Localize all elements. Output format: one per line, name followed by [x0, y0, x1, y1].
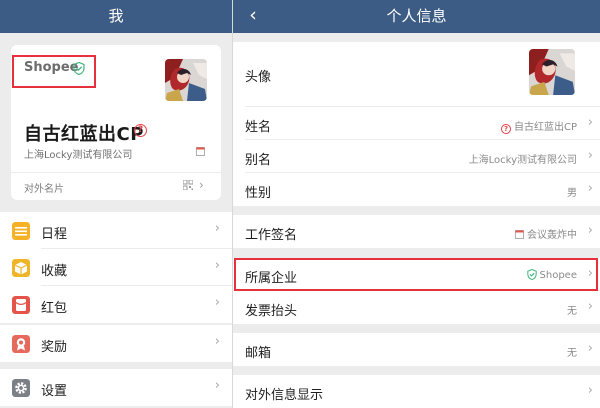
- me-nav-title: 我: [0, 0, 232, 33]
- menu-label: 设置: [41, 384, 68, 399]
- chevron-right-icon: ›: [214, 258, 220, 273]
- menu-item-red-packet[interactable]: 红包 ›: [0, 286, 232, 323]
- chevron-right-icon: ›: [214, 334, 220, 349]
- alias-value: 上海Locky测试有限公司: [468, 155, 577, 166]
- calendar-icon: [515, 230, 524, 239]
- row-label: 对外信息显示: [245, 388, 324, 403]
- row-label: 别名: [245, 153, 272, 168]
- signature-group: 工作签名 会议轰炸中 ›: [233, 215, 600, 248]
- chevron-right-icon: ›: [214, 378, 220, 393]
- menu-group-award: 奖励 ›: [0, 325, 232, 362]
- menu-item-schedule[interactable]: 日程 ›: [0, 212, 232, 249]
- external-info-group: 对外信息显示 ›: [233, 375, 600, 408]
- menu-label: 日程: [41, 227, 68, 242]
- row-gender[interactable]: 性别 男 ›: [233, 173, 600, 206]
- row-label: 姓名: [245, 120, 272, 135]
- row-signature[interactable]: 工作签名 会议轰炸中 ›: [233, 215, 600, 248]
- row-label: 头像: [245, 70, 272, 85]
- signature-value: 会议轰炸中: [527, 230, 577, 241]
- card-divider: [11, 172, 221, 173]
- chevron-right-icon: ›: [214, 295, 220, 310]
- row-value: ? 自古红蓝出CP: [500, 118, 577, 134]
- avatar[interactable]: [529, 49, 575, 95]
- menu-item-favorites[interactable]: 收藏 ›: [0, 249, 232, 286]
- calendar-icon: [196, 147, 205, 156]
- verified-shield-icon: [73, 62, 85, 75]
- gender-value: 男: [567, 188, 577, 199]
- chevron-right-icon: ›: [587, 181, 593, 196]
- row-label: 邮箱: [245, 346, 272, 361]
- chevron-right-icon: ›: [587, 383, 593, 398]
- row-label: 性别: [245, 186, 272, 201]
- chevron-right-icon: ›: [214, 221, 220, 236]
- user-org: 上海Locky测试有限公司: [24, 150, 133, 161]
- box-icon: [12, 259, 30, 277]
- award-icon: [12, 335, 30, 353]
- menu-label: 红包: [41, 301, 68, 316]
- row-name[interactable]: 姓名 ? 自古红蓝出CP ›: [233, 107, 600, 140]
- company-name: Shopee: [24, 60, 79, 75]
- email-value: 无: [567, 348, 577, 359]
- name-value: 自古红蓝出CP: [513, 122, 577, 133]
- gear-icon: [12, 379, 30, 397]
- row-label: 发票抬头: [245, 304, 298, 319]
- chevron-right-icon: ›: [587, 223, 593, 238]
- calendar-icon: [12, 222, 30, 240]
- company-row-highlight-box: [234, 258, 598, 291]
- chevron-right-icon: ›: [587, 341, 593, 356]
- question-icon[interactable]: ?: [134, 124, 147, 137]
- back-button[interactable]: ‹: [241, 0, 265, 33]
- personal-info-nav: ‹ 个人信息: [233, 0, 600, 33]
- menu-label: 收藏: [41, 264, 68, 279]
- row-email[interactable]: 邮箱 无 ›: [233, 333, 600, 366]
- red-packet-icon: [12, 296, 30, 314]
- page-title: 个人信息: [386, 7, 447, 25]
- chevron-right-icon: ›: [587, 299, 593, 314]
- chevron-right-icon: ›: [587, 148, 593, 163]
- menu-item-award[interactable]: 奖励 ›: [0, 325, 232, 362]
- row-external-info[interactable]: 对外信息显示 ›: [233, 375, 600, 408]
- menu-label: 奖励: [41, 340, 68, 355]
- avatar[interactable]: [165, 59, 207, 101]
- invoice-value: 无: [567, 306, 577, 317]
- qr-code-icon[interactable]: [183, 180, 193, 190]
- row-alias[interactable]: 别名 上海Locky测试有限公司 ›: [233, 140, 600, 173]
- user-display-name: 自古红蓝出CP: [24, 124, 144, 145]
- menu-group-main: 日程 › 收藏 › 红包 ›: [0, 212, 232, 323]
- question-icon: ?: [500, 124, 511, 134]
- email-group: 邮箱 无 ›: [233, 333, 600, 366]
- me-panel: 我 Shopee 自古红蓝出CP ? 上海Locky测试有限公司 对外名片 ›: [0, 0, 232, 408]
- chevron-right-icon: ›: [199, 178, 204, 192]
- chevron-right-icon: ›: [587, 115, 593, 130]
- external-card-label: 对外名片: [24, 184, 64, 195]
- menu-group-settings: 设置 ›: [0, 369, 232, 406]
- menu-item-settings[interactable]: 设置 ›: [0, 369, 232, 406]
- row-label: 工作签名: [245, 228, 298, 243]
- row-value: 会议轰炸中: [515, 226, 577, 241]
- row-invoice[interactable]: 发票抬头 无 ›: [233, 291, 600, 324]
